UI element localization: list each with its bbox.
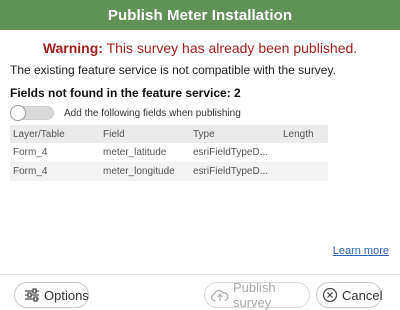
publish-survey-button-label: Publish survey — [233, 280, 276, 310]
cell-length — [280, 143, 328, 162]
column-header-field: Field — [100, 125, 190, 143]
column-header-length: Length — [280, 125, 328, 143]
cell-type: esriFieldTypeD... — [190, 143, 280, 162]
cell-layer: Form_4 — [10, 143, 100, 162]
close-circle-icon — [322, 287, 338, 303]
add-fields-toggle[interactable] — [10, 105, 54, 121]
table-header-row: Layer/Table Field Type Length — [10, 125, 328, 143]
info-text: The existing feature service is not comp… — [10, 63, 336, 77]
cell-length — [280, 162, 328, 181]
warning-lead: Warning: — [42, 40, 103, 56]
add-fields-toggle-label: Add the following fields when publishing — [64, 107, 241, 119]
dialog-footer: Options Publish survey Cancel — [0, 274, 400, 310]
publish-survey-button[interactable]: Publish survey — [204, 280, 310, 310]
column-header-layer: Layer/Table — [10, 125, 100, 143]
options-button-label: Options — [44, 287, 89, 303]
publish-dialog: Publish Meter Installation Warning: This… — [0, 0, 400, 310]
dialog-title: Publish Meter Installation — [0, 0, 400, 30]
cell-field: meter_longitude — [100, 162, 190, 181]
table-row: Form_4 meter_longitude esriFieldTypeD... — [10, 162, 328, 181]
fields-not-found-heading: Fields not found in the feature service:… — [10, 86, 241, 100]
sliders-icon — [24, 288, 40, 302]
table-row: Form_4 meter_latitude esriFieldTypeD... — [10, 143, 328, 162]
column-header-type: Type — [190, 125, 280, 143]
add-fields-toggle-row: Add the following fields when publishing — [10, 105, 390, 121]
cancel-button[interactable]: Cancel — [316, 282, 382, 308]
options-button[interactable]: Options — [14, 282, 89, 308]
missing-fields-table: Layer/Table Field Type Length Form_4 met… — [10, 125, 328, 181]
cell-layer: Form_4 — [10, 162, 100, 181]
warning-message: Warning: This survey has already been pu… — [10, 39, 390, 57]
cell-field: meter_latitude — [100, 143, 190, 162]
cancel-button-label: Cancel — [342, 287, 383, 303]
toggle-knob — [10, 105, 26, 121]
cell-type: esriFieldTypeD... — [190, 162, 280, 181]
warning-text: This survey has already been published. — [102, 40, 358, 56]
cloud-upload-icon — [211, 288, 229, 302]
dialog-title-text: Publish Meter Installation — [107, 6, 293, 24]
dialog-content: Warning: This survey has already been pu… — [0, 39, 400, 181]
learn-more-link[interactable]: Learn more — [333, 245, 389, 257]
